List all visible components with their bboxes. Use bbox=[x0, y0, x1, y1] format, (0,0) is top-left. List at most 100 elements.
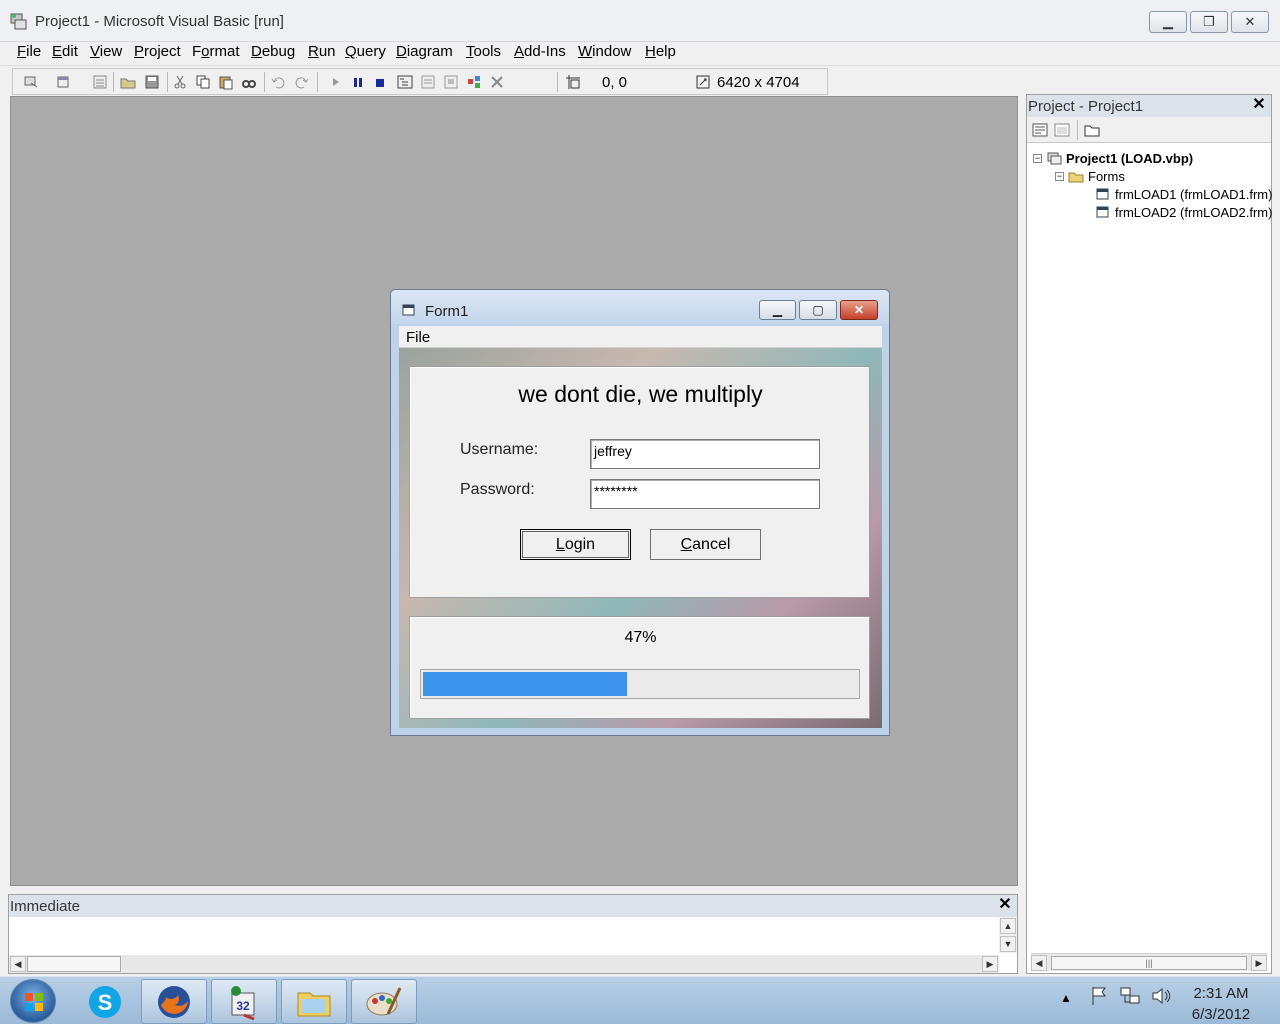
action-center-flag-icon[interactable] bbox=[1090, 985, 1110, 1007]
close-button[interactable]: ✕ bbox=[1231, 11, 1269, 33]
tree-item-label: frmLOAD1 (frmLOAD1.frm) bbox=[1115, 187, 1273, 202]
taskbar: S 32 ▲ 2:31 AM 6/3/2012 bbox=[0, 976, 1280, 1024]
paint-icon bbox=[366, 986, 402, 1015]
object-browser-icon[interactable] bbox=[465, 73, 483, 91]
username-field[interactable]: jeffrey bbox=[590, 439, 820, 469]
taskbar-skype[interactable]: S bbox=[72, 979, 138, 1024]
menu-window[interactable]: Window bbox=[578, 43, 631, 60]
show-hidden-icons-icon[interactable]: ▲ bbox=[1060, 991, 1072, 1005]
firefox-icon bbox=[158, 985, 190, 1018]
toolbox-icon[interactable] bbox=[488, 73, 506, 91]
collapse-icon[interactable]: − bbox=[1033, 154, 1042, 163]
view-code-icon[interactable] bbox=[1032, 122, 1048, 138]
tree-item-frmload2[interactable]: frmLOAD2 (frmLOAD2.frm) bbox=[1095, 205, 1272, 220]
find-icon[interactable] bbox=[240, 73, 258, 91]
close-icon[interactable]: ✕ bbox=[1251, 97, 1267, 113]
form1-menu-file[interactable]: File bbox=[406, 329, 430, 346]
scroll-left-icon[interactable]: ◀ bbox=[10, 956, 26, 972]
windows-logo-icon bbox=[25, 993, 43, 1011]
menu-query[interactable]: Query bbox=[345, 43, 386, 60]
progress-frame: 47% bbox=[409, 616, 870, 719]
menu-diagram[interactable]: Diagram bbox=[396, 43, 453, 60]
paste-icon[interactable] bbox=[217, 73, 235, 91]
form-layout-icon[interactable] bbox=[442, 73, 460, 91]
cut-icon[interactable] bbox=[171, 73, 189, 91]
maximize-icon: ▢ bbox=[812, 303, 824, 317]
copy-icon[interactable] bbox=[194, 73, 212, 91]
taskbar-visual-basic[interactable]: 32 bbox=[211, 979, 277, 1024]
add-form-icon[interactable] bbox=[55, 73, 73, 91]
form1-minimize-button[interactable]: ▁ bbox=[759, 300, 796, 320]
size-readout: 6420 x 4704 bbox=[717, 74, 800, 91]
project-root-label: Project1 (LOAD.vbp) bbox=[1066, 151, 1194, 166]
menu-format[interactable]: Format bbox=[192, 43, 240, 60]
menu-project[interactable]: Project bbox=[134, 43, 181, 60]
form1-window: Form1 ▁ ▢ ✕ File we dont die, we multipl… bbox=[390, 289, 890, 736]
scrollbar-thumb[interactable] bbox=[27, 956, 121, 972]
menu-file[interactable]: File bbox=[17, 43, 41, 60]
open-folder-icon[interactable] bbox=[119, 73, 137, 91]
taskbar-firefox[interactable] bbox=[141, 979, 207, 1024]
network-icon[interactable] bbox=[1119, 985, 1141, 1007]
password-label: Password: bbox=[460, 481, 535, 498]
toggle-folders-icon[interactable] bbox=[1084, 122, 1100, 138]
close-icon[interactable]: ✕ bbox=[997, 897, 1013, 913]
save-icon[interactable] bbox=[143, 73, 161, 91]
scrollbar-thumb[interactable]: ||| bbox=[1051, 956, 1247, 970]
scroll-right-icon[interactable]: ▶ bbox=[1251, 955, 1267, 971]
view-object-icon[interactable] bbox=[1054, 122, 1070, 138]
progress-bar-fill bbox=[423, 672, 627, 696]
immediate-title-bar: Immediate ✕ bbox=[9, 895, 1017, 917]
project-horizontal-scrollbar[interactable]: ◀ ||| ▶ bbox=[1031, 953, 1267, 971]
restore-button[interactable]: ❐ bbox=[1190, 11, 1228, 33]
menu-help[interactable]: Help bbox=[645, 43, 676, 60]
minimize-button[interactable]: ▁ bbox=[1149, 11, 1187, 33]
volume-icon[interactable] bbox=[1150, 985, 1172, 1007]
menu-editor-icon[interactable] bbox=[91, 73, 109, 91]
menu-edit[interactable]: Edit bbox=[52, 43, 78, 60]
scroll-left-icon[interactable]: ◀ bbox=[1031, 955, 1047, 971]
break-icon[interactable] bbox=[349, 73, 367, 91]
start-icon[interactable] bbox=[327, 73, 345, 91]
collapse-icon[interactable]: − bbox=[1055, 172, 1064, 181]
tree-project-node[interactable]: − Project1 (LOAD.vbp) bbox=[1033, 151, 1193, 166]
form1-maximize-button[interactable]: ▢ bbox=[799, 300, 837, 320]
scroll-up-icon[interactable]: ▲ bbox=[1000, 918, 1016, 934]
menu-tools[interactable]: Tools bbox=[466, 43, 501, 60]
svg-text:32: 32 bbox=[236, 999, 250, 1013]
form1-close-button[interactable]: ✕ bbox=[840, 300, 878, 320]
menu-add-ins[interactable]: Add-Ins bbox=[514, 43, 566, 60]
tree-forms-folder[interactable]: − Forms bbox=[1055, 169, 1125, 184]
menu-bar: File Edit View Project Format Debug Run … bbox=[0, 42, 1280, 66]
properties-window-icon[interactable] bbox=[419, 73, 437, 91]
login-button[interactable]: Login bbox=[520, 529, 631, 560]
system-clock[interactable]: 2:31 AM 6/3/2012 bbox=[1186, 983, 1256, 1024]
taskbar-explorer[interactable] bbox=[281, 979, 347, 1024]
scroll-right-icon[interactable]: ▶ bbox=[982, 956, 998, 972]
project-explorer-icon[interactable] bbox=[396, 73, 414, 91]
scroll-down-icon[interactable]: ▼ bbox=[1000, 936, 1016, 952]
project-explorer-toolbar bbox=[1027, 117, 1271, 143]
undo-icon[interactable] bbox=[269, 73, 287, 91]
folder-icon bbox=[1068, 172, 1084, 183]
close-icon: ✕ bbox=[1244, 14, 1256, 29]
form-icon bbox=[402, 304, 415, 316]
add-project-icon[interactable] bbox=[23, 73, 41, 91]
end-icon[interactable] bbox=[371, 73, 389, 91]
menu-run[interactable]: Run bbox=[308, 43, 336, 60]
menu-view[interactable]: View bbox=[90, 43, 122, 60]
immediate-vertical-scrollbar[interactable]: ▲ ▼ bbox=[999, 917, 1017, 953]
start-button[interactable] bbox=[10, 979, 56, 1023]
immediate-input[interactable] bbox=[11, 919, 997, 953]
taskbar-paint[interactable] bbox=[351, 979, 417, 1024]
position-icon bbox=[566, 75, 580, 89]
project-explorer-title-bar: Project - Project1 ✕ bbox=[1027, 95, 1271, 117]
position-readout: 0, 0 bbox=[602, 74, 628, 91]
cancel-button[interactable]: Cancel bbox=[650, 529, 761, 560]
redo-icon[interactable] bbox=[293, 73, 311, 91]
project-explorer-title: Project - Project1 bbox=[1028, 98, 1144, 115]
password-field[interactable]: ******** bbox=[590, 479, 820, 509]
immediate-horizontal-scrollbar[interactable]: ◀ ▶ bbox=[9, 955, 999, 973]
menu-debug[interactable]: Debug bbox=[251, 43, 295, 60]
tree-item-frmload1[interactable]: frmLOAD1 (frmLOAD1.frm) bbox=[1095, 187, 1272, 202]
